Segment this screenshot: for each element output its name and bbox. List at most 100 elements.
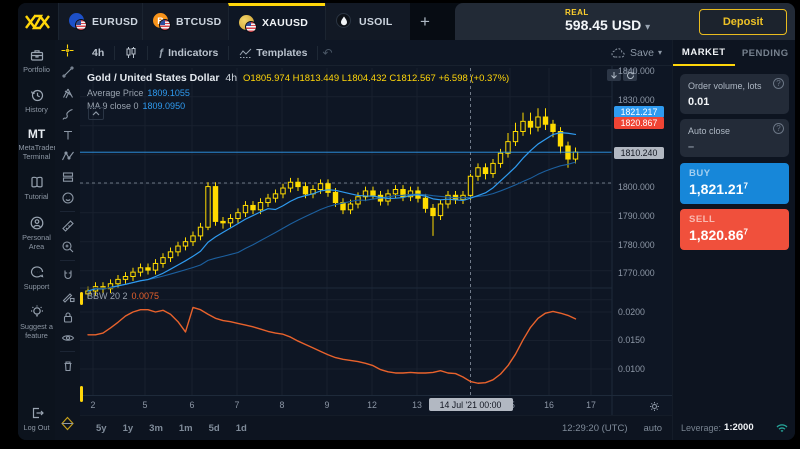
object-tree-icon[interactable]: [55, 413, 80, 434]
range-5d[interactable]: 5d: [205, 420, 224, 437]
sidebar-label: Portfolio: [19, 65, 55, 74]
bulb-icon: [29, 304, 45, 320]
price-chart-canvas[interactable]: [80, 66, 672, 415]
oil-drop-icon: [340, 16, 348, 26]
chart-area[interactable]: 4h ƒ Indicators Templates ↶: [80, 40, 672, 415]
tab-market[interactable]: MARKET: [673, 40, 735, 66]
sidebar-item-tutorial[interactable]: Tutorial: [18, 167, 55, 207]
ohlc-high: H1813.449: [293, 73, 339, 84]
trend-line-tool[interactable]: [55, 61, 80, 82]
pane-handle[interactable]: [80, 292, 83, 305]
range-5y[interactable]: 5y: [92, 420, 111, 437]
ohlc-close: C1812.567: [389, 73, 435, 84]
sidebar-item-metatrader[interactable]: MT MetaTrader Terminal: [18, 120, 55, 167]
time-tick-label: 8: [270, 400, 294, 410]
order-volume-field[interactable]: Order volume, lots 0.01 ?: [680, 74, 789, 114]
sell-button[interactable]: SELL 1,820.867: [680, 209, 789, 250]
time-tick-label: 12: [360, 400, 384, 410]
volume-value[interactable]: 0.01: [688, 96, 781, 108]
auto-close-field[interactable]: Auto close – ?: [680, 119, 789, 157]
account-balance-selector[interactable]: 598.45 USD ▾: [565, 17, 650, 33]
eurusd-pair-icon: [69, 13, 86, 30]
sidebar-item-suggest-feature[interactable]: Suggest a feature: [18, 297, 55, 346]
emoji-tool[interactable]: [55, 187, 80, 208]
tab-usoil[interactable]: USOIL: [325, 3, 410, 40]
tab-btcusd[interactable]: B BTCUSD: [142, 3, 228, 40]
tab-symbol: EURUSD: [92, 16, 138, 28]
time-tick-label: 7: [225, 400, 249, 410]
add-instrument-button[interactable]: +: [410, 3, 440, 40]
sidebar-item-portfolio[interactable]: Portfolio: [18, 40, 55, 80]
legend-collapse-button[interactable]: [88, 107, 104, 120]
hide-drawings-tool[interactable]: [55, 327, 80, 348]
legend-timeframe: 4h: [225, 72, 237, 84]
price-tick-label: 1800.000: [618, 182, 655, 192]
usoil-pair-icon: [336, 13, 353, 30]
crosshair-tool[interactable]: [55, 40, 80, 61]
chart-style-button[interactable]: [119, 43, 143, 62]
btcusd-pair-icon: B: [153, 13, 170, 30]
indicators-button[interactable]: ƒ Indicators: [152, 44, 224, 62]
sidebar-item-support[interactable]: Support: [18, 257, 55, 297]
save-label: Save: [630, 47, 654, 59]
trading-terminal-window: EURUSD B BTCUSD XAUUSD USOIL + REAL: [18, 3, 795, 440]
lock-drawings-tool[interactable]: [55, 306, 80, 327]
text-tool[interactable]: [55, 124, 80, 145]
chat-icon: [29, 264, 45, 280]
price-tick-label: 1830.000: [618, 95, 655, 105]
bbw-indicator-legend: BBW 20 2 0.0075: [87, 291, 159, 301]
sidebar-item-logout[interactable]: Log Out: [18, 398, 55, 438]
tab-pending[interactable]: PENDING: [735, 40, 796, 66]
buy-price-pip: 7: [744, 181, 748, 190]
bbw-value: 0.0075: [132, 291, 160, 301]
remove-drawings-tool[interactable]: [55, 355, 80, 376]
timezone-auto-toggle[interactable]: auto: [644, 423, 663, 434]
bbw-tick-label: 0.0200: [618, 307, 645, 317]
app-logo[interactable]: [18, 3, 58, 40]
deposit-button[interactable]: Deposit: [699, 9, 787, 35]
tab-eurusd[interactable]: EURUSD: [58, 3, 142, 40]
price-axis[interactable]: 1840.0001830.0001800.0001790.0001780.000…: [614, 66, 672, 395]
long-position-tool[interactable]: [55, 166, 80, 187]
timeframe-button[interactable]: 4h: [86, 44, 110, 62]
user-circle-icon: [29, 215, 45, 231]
xabcd-pattern-tool[interactable]: [55, 145, 80, 166]
help-icon[interactable]: ?: [773, 123, 784, 134]
sell-label: SELL: [689, 214, 780, 225]
time-tick-label: 5: [133, 400, 157, 410]
time-tick-label: 9: [315, 400, 339, 410]
fx-icon: ƒ: [158, 47, 164, 59]
pitchfork-tool[interactable]: [55, 82, 80, 103]
auto-close-value[interactable]: –: [688, 141, 781, 153]
templates-button[interactable]: Templates: [233, 44, 313, 62]
sidebar-item-personal-area[interactable]: Personal Area: [18, 208, 55, 257]
mt-logo: MT: [28, 127, 45, 141]
help-icon[interactable]: ?: [773, 78, 784, 89]
range-1d[interactable]: 1d: [232, 420, 251, 437]
utc-clock: 12:29:20 (UTC): [562, 423, 627, 434]
range-3m[interactable]: 3m: [145, 420, 167, 437]
brush-tool[interactable]: [55, 103, 80, 124]
pane-handle[interactable]: [80, 386, 83, 402]
sidebar-item-history[interactable]: History: [18, 80, 55, 120]
range-1m[interactable]: 1m: [175, 420, 197, 437]
crosshair-time-badge: 14 Jul '21 00:00: [429, 398, 513, 411]
measure-tool[interactable]: [55, 215, 80, 236]
undo-icon[interactable]: ↶: [322, 46, 332, 60]
zoom-in-tool[interactable]: [55, 236, 80, 257]
range-1y[interactable]: 1y: [119, 420, 138, 437]
buy-button[interactable]: BUY 1,821.217: [680, 163, 789, 204]
chevron-down-icon: ▾: [658, 48, 662, 57]
price-tick-label: 1790.000: [618, 211, 655, 221]
connection-status-icon: [776, 423, 788, 433]
stay-drawing-mode-tool[interactable]: [55, 285, 80, 306]
tab-xauusd[interactable]: XAUUSD: [228, 3, 325, 40]
bbw-label: BBW 20 2: [87, 291, 128, 301]
templates-label: Templates: [256, 47, 307, 59]
indicators-label: Indicators: [168, 47, 218, 59]
order-panel: MARKET PENDING Order volume, lots 0.01 ?…: [672, 40, 795, 440]
magnet-tool[interactable]: [55, 264, 80, 285]
templates-icon: [239, 48, 252, 58]
save-layout-button[interactable]: Save ▾: [611, 47, 666, 59]
time-axis[interactable]: 256789121315161714 Jul '21 00:00: [80, 395, 672, 416]
